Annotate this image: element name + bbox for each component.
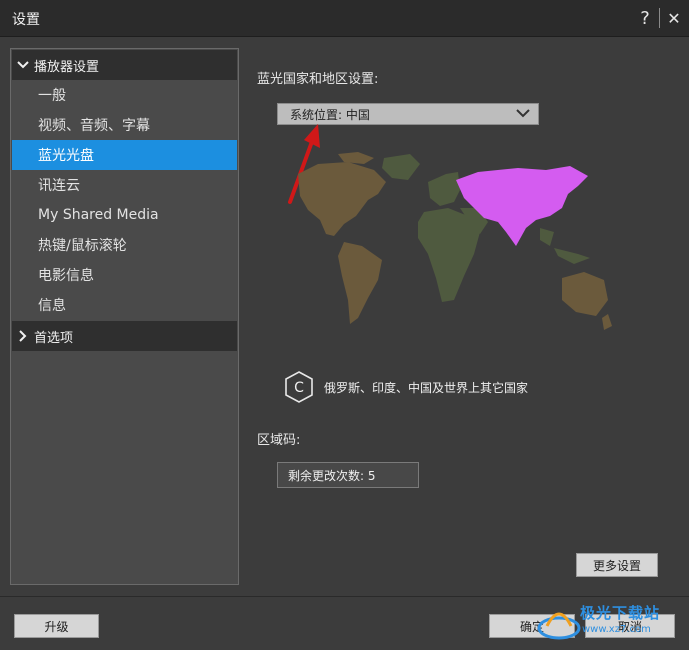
region-code-label: 区域码: [257, 433, 301, 448]
window-title: 设置 [12, 12, 40, 28]
upgrade-button[interactable]: 升级 [14, 614, 99, 638]
watermark-logo-icon [537, 612, 581, 640]
title-separator [659, 8, 660, 28]
more-settings-button[interactable]: 更多设置 [576, 553, 658, 577]
sidebar-item-bluray[interactable]: 蓝光光盘 [12, 140, 237, 170]
region-letter: C [294, 380, 304, 396]
group-label: 首选项 [34, 330, 74, 346]
footer-divider [0, 596, 689, 597]
chevron-right-icon [12, 330, 34, 342]
group-label: 播放器设置 [34, 59, 100, 75]
sidebar-item-info[interactable]: 信息 [12, 290, 237, 320]
sidebar-item-general[interactable]: 一般 [12, 80, 237, 110]
group-preferences[interactable]: 首选项 [12, 321, 237, 351]
region-description: 俄罗斯、印度、中国及世界上其它国家 [324, 380, 529, 395]
country-select-value: 系统位置: 中国 [290, 107, 370, 122]
remaining-changes-field: 剩余更改次数: 5 [277, 462, 419, 488]
region-c-hexagon-icon: C [285, 371, 313, 403]
chevron-down-icon [12, 61, 34, 69]
country-setting-label: 蓝光国家和地区设置: [257, 72, 379, 87]
world-region-map [298, 152, 612, 330]
region-indicator: C 俄罗斯、印度、中国及世界上其它国家 [284, 370, 528, 404]
help-button[interactable]: ? [634, 6, 656, 30]
watermark-text: 极光下载站 [580, 604, 661, 622]
watermark-url: www.xz7.com [582, 624, 651, 635]
close-button[interactable]: ✕ [663, 6, 685, 30]
sidebar-item-hotkeys[interactable]: 热键/鼠标滚轮 [12, 230, 237, 260]
settings-sidebar: 播放器设置 一般 视频、音频、字幕 蓝光光盘 讯连云 My Shared Med… [10, 48, 239, 585]
sidebar-item-my-shared-media[interactable]: My Shared Media [12, 200, 237, 230]
sidebar-item-cloud[interactable]: 讯连云 [12, 170, 237, 200]
sidebar-item-movie-info[interactable]: 电影信息 [12, 260, 237, 290]
chevron-down-icon [516, 107, 530, 121]
group-player-settings[interactable]: 播放器设置 [12, 50, 237, 80]
sidebar-item-video-audio-subtitle[interactable]: 视频、音频、字幕 [12, 110, 237, 140]
title-bar: 设置 ? ✕ [0, 0, 689, 37]
